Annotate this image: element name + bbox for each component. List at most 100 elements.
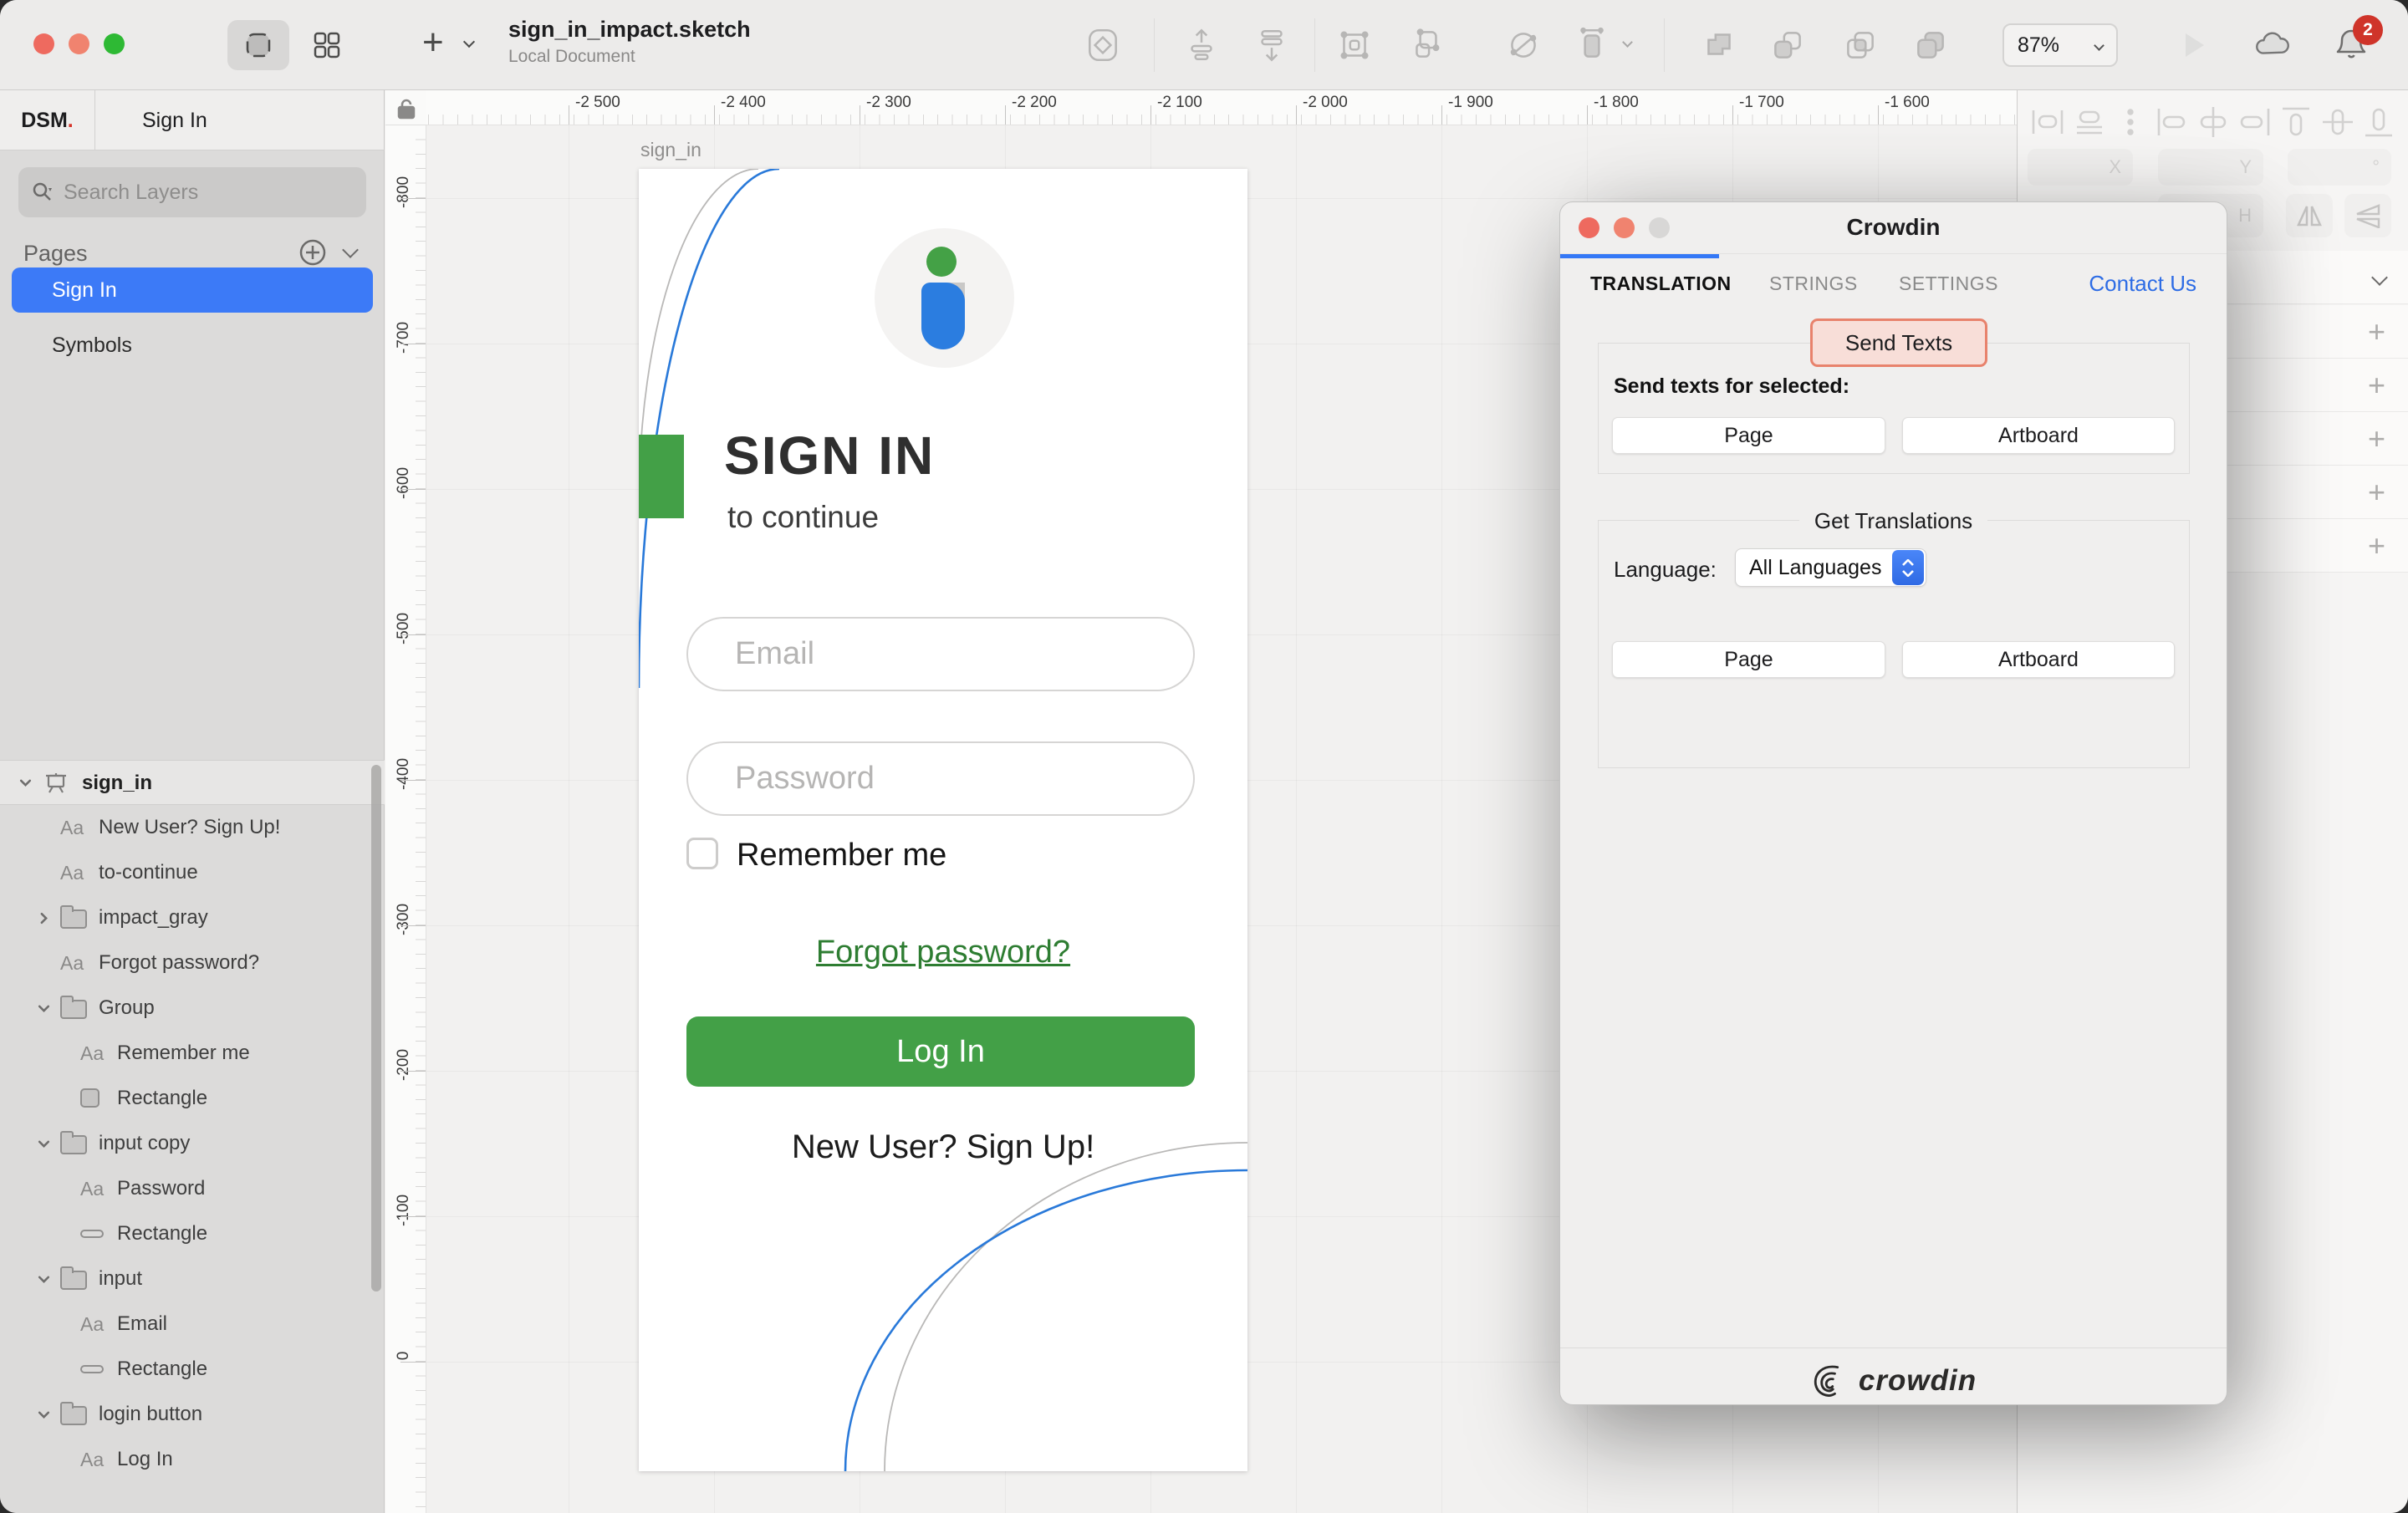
layer-row-rectangle[interactable]: Rectangle bbox=[0, 1211, 385, 1256]
flip-horizontal-button[interactable] bbox=[2286, 194, 2333, 237]
layer-row-impact-gray[interactable]: impact_gray bbox=[0, 895, 385, 940]
distribute-horizontal-icon[interactable] bbox=[2029, 104, 2066, 145]
layer-expand-icon[interactable] bbox=[18, 776, 32, 789]
shape-tool-icon[interactable] bbox=[1083, 25, 1123, 65]
align-top-icon[interactable] bbox=[2278, 104, 2314, 145]
tab-current-page[interactable]: Sign In bbox=[95, 90, 385, 150]
layer-row-rectangle[interactable]: Rectangle bbox=[0, 1347, 385, 1392]
layer-row-input[interactable]: input bbox=[0, 1256, 385, 1302]
text-layer-icon: Aa bbox=[80, 1042, 104, 1065]
artboard-sign-in[interactable]: SIGN IN to continue Remember me Forgot p… bbox=[639, 169, 1247, 1471]
send-page-button[interactable]: Page bbox=[1612, 417, 1885, 454]
sign-up-link[interactable]: New User? Sign Up! bbox=[639, 1128, 1247, 1166]
layer-row-rectangle[interactable]: Rectangle bbox=[0, 1076, 385, 1121]
tab-strings[interactable]: STRINGS bbox=[1769, 273, 1858, 295]
cloud-sync-button[interactable] bbox=[2252, 25, 2293, 65]
plus-icon[interactable]: + bbox=[2368, 475, 2385, 510]
sidebar-page-symbols[interactable]: Symbols bbox=[12, 323, 373, 368]
x-position-field[interactable]: X bbox=[2028, 149, 2133, 186]
zoom-window-button[interactable] bbox=[104, 33, 125, 54]
move-backward-icon[interactable] bbox=[1252, 25, 1292, 65]
layer-row-group[interactable]: Group bbox=[0, 986, 385, 1031]
contact-us-link[interactable]: Contact Us bbox=[2089, 271, 2196, 297]
layer-row-email[interactable]: AaEmail bbox=[0, 1302, 385, 1347]
layer-row-login-button[interactable]: login button bbox=[0, 1392, 385, 1437]
layer-row-to-continue[interactable]: Aato-continue bbox=[0, 850, 385, 895]
insert-chevron-icon[interactable] bbox=[465, 35, 473, 50]
align-middle-icon[interactable] bbox=[2319, 104, 2356, 145]
align-bottom-icon[interactable] bbox=[2360, 104, 2397, 145]
move-forward-icon[interactable] bbox=[1181, 25, 1222, 65]
password-field[interactable] bbox=[686, 741, 1195, 816]
pages-collapse-icon[interactable] bbox=[344, 244, 356, 260]
layer-expand-icon[interactable] bbox=[37, 1001, 50, 1015]
preview-button[interactable] bbox=[2172, 25, 2212, 65]
grid-view-toggle[interactable] bbox=[299, 20, 355, 70]
layer-row-password[interactable]: AaPassword bbox=[0, 1166, 385, 1211]
send-texts-button[interactable]: Send Texts bbox=[1810, 318, 1987, 367]
ruler-tick-label: -1 700 bbox=[1739, 94, 1784, 112]
layers-scrollbar[interactable] bbox=[371, 765, 381, 1291]
tab-dsm[interactable]: DSM. bbox=[0, 90, 95, 150]
close-window-button[interactable] bbox=[33, 33, 54, 54]
artboard-title[interactable]: sign_in bbox=[640, 139, 701, 161]
sidebar-page-sign-in[interactable]: Sign In bbox=[12, 267, 373, 313]
get-page-button[interactable]: Page bbox=[1612, 641, 1885, 678]
more-options-icon[interactable] bbox=[2112, 104, 2149, 145]
align-center-horizontal-icon[interactable] bbox=[2195, 104, 2232, 145]
flip-vertical-button[interactable] bbox=[2344, 194, 2391, 237]
difference-icon[interactable] bbox=[1911, 25, 1951, 65]
language-select[interactable]: All Languages bbox=[1735, 548, 1926, 587]
insert-button[interactable]: + bbox=[422, 22, 444, 64]
layer-row-input-copy[interactable]: input copy bbox=[0, 1121, 385, 1166]
search-layers-field[interactable] bbox=[18, 167, 366, 217]
layer-row-new-user-sign-up[interactable]: AaNew User? Sign Up! bbox=[0, 805, 385, 850]
ungroup-icon[interactable] bbox=[1407, 25, 1447, 65]
distribute-vertical-icon[interactable] bbox=[2071, 104, 2108, 145]
plus-icon[interactable]: + bbox=[2368, 528, 2385, 563]
sign-in-heading: SIGN IN bbox=[724, 425, 935, 487]
log-in-button[interactable]: Log In bbox=[686, 1016, 1195, 1087]
align-left-icon[interactable] bbox=[2154, 104, 2191, 145]
resize-icon[interactable] bbox=[1572, 25, 1612, 65]
subtract-icon[interactable] bbox=[1768, 25, 1808, 65]
plus-icon[interactable]: + bbox=[2368, 421, 2385, 456]
layer-expand-icon[interactable] bbox=[37, 1272, 50, 1286]
minimize-window-button[interactable] bbox=[69, 33, 89, 54]
plus-icon[interactable]: + bbox=[2368, 368, 2385, 403]
remember-me-checkbox[interactable] bbox=[686, 838, 718, 869]
resize-chevron-icon[interactable] bbox=[1622, 37, 1633, 48]
layer-expand-icon[interactable] bbox=[37, 1137, 50, 1150]
align-right-icon[interactable] bbox=[2237, 104, 2273, 145]
layer-row-log-in[interactable]: AaLog In bbox=[0, 1437, 385, 1482]
footer-divider bbox=[1560, 1347, 2227, 1348]
email-field[interactable] bbox=[686, 617, 1195, 691]
get-artboard-button[interactable]: Artboard bbox=[1902, 641, 2175, 678]
canvas-view-toggle[interactable] bbox=[227, 20, 289, 70]
forgot-password-link[interactable]: Forgot password? bbox=[639, 935, 1247, 970]
plus-icon[interactable]: + bbox=[2368, 314, 2385, 349]
tab-translation[interactable]: TRANSLATION bbox=[1590, 273, 1732, 295]
layer-row-sign-in[interactable]: sign_in bbox=[0, 760, 385, 805]
layer-row-forgot-password[interactable]: AaForgot password? bbox=[0, 940, 385, 986]
zoom-level-select[interactable]: 87% bbox=[2002, 23, 2118, 67]
y-position-field[interactable]: Y bbox=[2158, 149, 2263, 186]
union-icon[interactable] bbox=[1699, 25, 1739, 65]
add-page-icon[interactable] bbox=[294, 234, 331, 271]
rotation-field[interactable]: ° bbox=[2288, 149, 2391, 186]
search-input[interactable] bbox=[64, 181, 331, 205]
layer-expand-icon[interactable] bbox=[37, 911, 50, 925]
send-artboard-button[interactable]: Artboard bbox=[1902, 417, 2175, 454]
rotate-icon[interactable] bbox=[1503, 25, 1543, 65]
ruler-tick-label: -200 bbox=[395, 1040, 413, 1090]
intersect-icon[interactable] bbox=[1840, 25, 1880, 65]
ruler-tick-label: -2 400 bbox=[721, 94, 766, 112]
layer-expand-icon[interactable] bbox=[37, 1408, 50, 1421]
group-icon[interactable] bbox=[1334, 25, 1375, 65]
tab-settings[interactable]: SETTINGS bbox=[1899, 273, 1998, 295]
layer-label: New User? Sign Up! bbox=[99, 816, 280, 839]
lock-icon[interactable] bbox=[395, 97, 417, 120]
notifications-button[interactable]: 2 bbox=[2331, 25, 2371, 65]
pages-section-label: Pages bbox=[23, 241, 88, 267]
layer-row-remember-me[interactable]: AaRemember me bbox=[0, 1031, 385, 1076]
